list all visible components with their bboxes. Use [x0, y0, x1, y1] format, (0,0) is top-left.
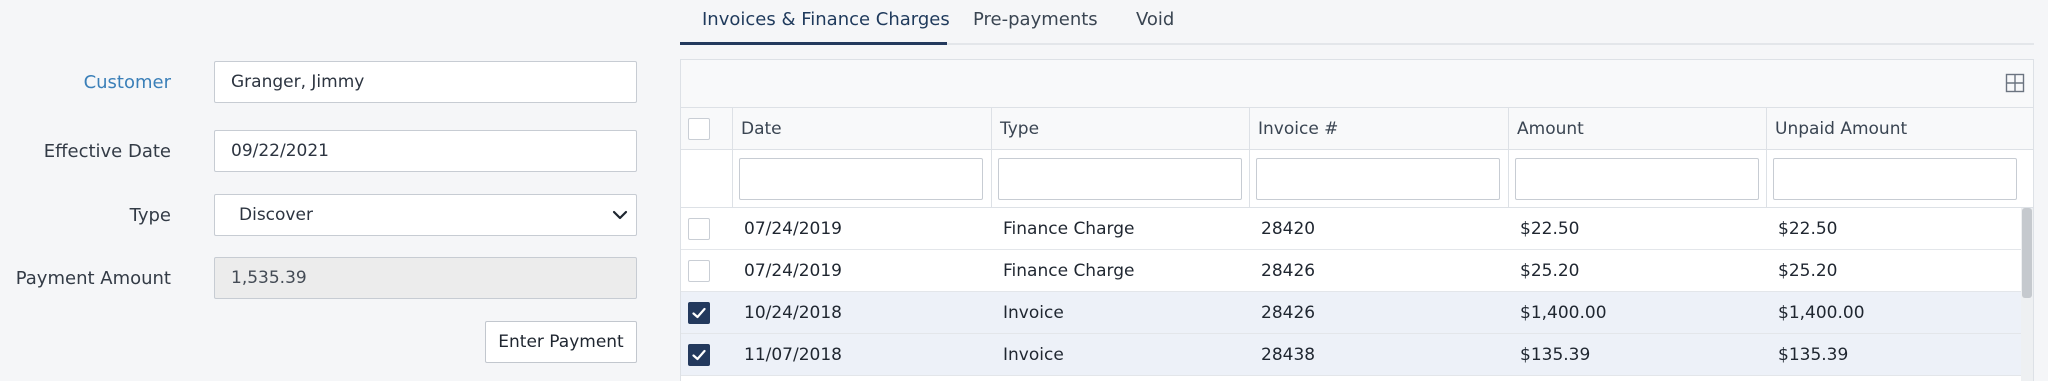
table-row[interactable]: 07/24/2019 Finance Charge 28426 $25.20 $…: [681, 250, 2033, 292]
table-row[interactable]: 11/07/2018 Invoice 28438 $135.39 $135.39: [681, 334, 2033, 376]
enter-payment-button[interactable]: Enter Payment: [485, 321, 637, 363]
invoice-number-cell: 28420: [1261, 219, 1316, 239]
filter-cell-invoice: [1249, 150, 1508, 208]
type-select-value: Discover: [239, 205, 313, 225]
filter-cell-type: [991, 150, 1249, 208]
header-select-all-cell: [681, 108, 732, 150]
filter-cell-date: [732, 150, 991, 208]
grid-toolbar: [681, 60, 2033, 108]
table-row[interactable]: 07/24/2019 Finance Charge 28420 $22.50 $…: [681, 208, 2033, 250]
invoice-number-cell: 28426: [1261, 303, 1316, 323]
type-select[interactable]: Discover: [214, 194, 637, 236]
row-checkbox[interactable]: [688, 302, 710, 324]
amount-filter-input[interactable]: [1515, 158, 1759, 200]
checkmark-icon: [692, 307, 706, 319]
date-cell: 11/07/2018: [744, 345, 842, 365]
row-checkbox[interactable]: [688, 260, 710, 282]
row-checkbox[interactable]: [688, 344, 710, 366]
amount-cell: $135.39: [1520, 345, 1591, 365]
invoice-number-cell: 28426: [1261, 261, 1316, 281]
select-all-checkbox[interactable]: [688, 118, 710, 140]
type-cell: Finance Charge: [1003, 219, 1135, 239]
unpaid-amount-filter-input[interactable]: [1773, 158, 2017, 200]
filter-cell-amount: [1508, 150, 1766, 208]
invoices-grid: Date Type Invoice # Amount Unpaid Amount…: [680, 59, 2034, 381]
column-header-type[interactable]: Type: [991, 108, 1249, 150]
grid-scrollbar[interactable]: [2021, 208, 2033, 381]
type-cell: Finance Charge: [1003, 261, 1135, 281]
invoice-filter-input[interactable]: [1256, 158, 1500, 200]
filter-spacer: [681, 150, 732, 208]
scrollbar-thumb[interactable]: [2022, 208, 2032, 298]
amount-cell: $1,400.00: [1520, 303, 1607, 323]
column-header-unpaid-amount[interactable]: Unpaid Amount: [1766, 108, 2033, 150]
grid-layout-icon[interactable]: [2005, 73, 2025, 93]
type-cell: Invoice: [1003, 345, 1064, 365]
effective-date-label: Effective Date: [43, 141, 171, 162]
payment-amount-label: Payment Amount: [15, 268, 171, 289]
column-header-amount[interactable]: Amount: [1508, 108, 1766, 150]
tab-pre-payments[interactable]: Pre-payments: [973, 9, 1098, 30]
row-checkbox[interactable]: [688, 218, 710, 240]
type-label: Type: [129, 205, 171, 226]
active-tab-indicator: [680, 42, 947, 45]
unpaid-amount-cell: $25.20: [1778, 261, 1838, 281]
column-header-date[interactable]: Date: [732, 108, 991, 150]
unpaid-amount-cell: $1,400.00: [1778, 303, 1865, 323]
tab-bar: Invoices & Finance Charges Pre-payments …: [680, 0, 2034, 45]
customer-label[interactable]: Customer: [84, 72, 171, 93]
filter-cell-unpaid: [1766, 150, 2033, 208]
date-cell: 07/24/2019: [744, 219, 842, 239]
tab-void[interactable]: Void: [1136, 9, 1174, 30]
filter-row: [681, 150, 2033, 208]
type-cell: Invoice: [1003, 303, 1064, 323]
date-cell: 07/24/2019: [744, 261, 842, 281]
payment-amount-field: 1,535.39: [214, 257, 637, 299]
effective-date-field[interactable]: 09/22/2021: [214, 130, 637, 172]
customer-field[interactable]: Granger, Jimmy: [214, 61, 637, 103]
date-cell: 10/24/2018: [744, 303, 842, 323]
type-filter-input[interactable]: [998, 158, 1242, 200]
date-filter-input[interactable]: [739, 158, 983, 200]
chevron-down-icon: [612, 210, 628, 220]
table-row[interactable]: 10/24/2018 Invoice 28426 $1,400.00 $1,40…: [681, 292, 2033, 334]
amount-cell: $25.20: [1520, 261, 1580, 281]
checkmark-icon: [692, 349, 706, 361]
tab-invoices-finance-charges[interactable]: Invoices & Finance Charges: [702, 9, 950, 30]
column-header-invoice-number[interactable]: Invoice #: [1249, 108, 1508, 150]
unpaid-amount-cell: $135.39: [1778, 345, 1849, 365]
invoice-number-cell: 28438: [1261, 345, 1316, 365]
amount-cell: $22.50: [1520, 219, 1580, 239]
unpaid-amount-cell: $22.50: [1778, 219, 1838, 239]
grid-header-row: Date Type Invoice # Amount Unpaid Amount: [681, 108, 2033, 150]
